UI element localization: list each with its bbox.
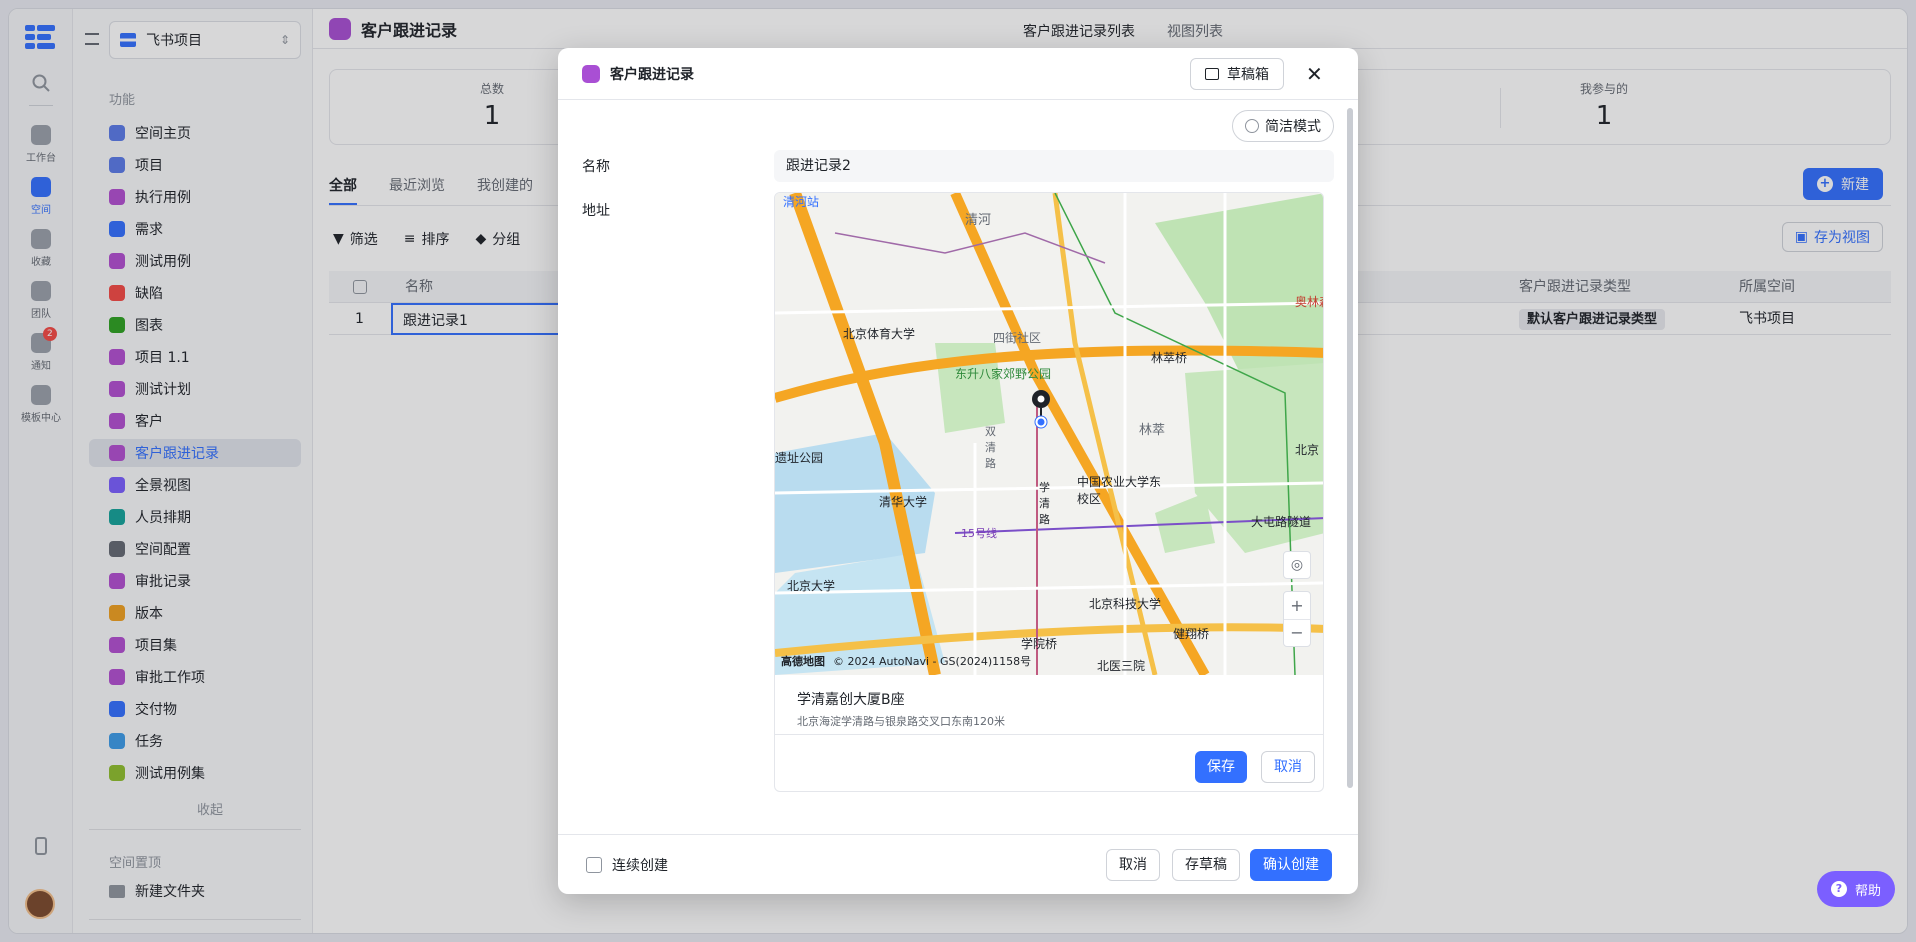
map-label: 清华大学 [879, 495, 928, 509]
map-label: 学清路 [1039, 481, 1050, 526]
map-label: 清河 [965, 213, 992, 228]
modal-scrollbar[interactable] [1347, 108, 1353, 788]
map-copyright: © 2024 AutoNavi - GS(2024)1158号 [833, 655, 1032, 668]
locate-icon[interactable]: ◎ [1283, 551, 1311, 579]
map-save-button[interactable]: 保存 [1195, 751, 1247, 783]
map-label: 大屯路隧道 [1251, 515, 1312, 529]
confirm-create-button[interactable]: 确认创建 [1250, 849, 1332, 881]
map-label: 健翔桥 [1173, 627, 1210, 641]
map-label: 遗址公园 [775, 451, 824, 465]
map-roads [775, 193, 1323, 675]
map-label: 北京体育大学 [843, 327, 916, 341]
selected-address: 学清嘉创大厦B座 北京海淀学清路与银泉路交叉口东南120米 [775, 675, 1323, 735]
checkbox-icon [586, 857, 602, 873]
map-label: 中国农业大学东校区 [1077, 475, 1162, 506]
question-icon: ? [1831, 881, 1847, 897]
map-label: 四街社区 [993, 331, 1042, 345]
radio-icon [1245, 119, 1259, 133]
name-label: 名称 [582, 159, 610, 175]
create-record-modal: 客户跟进记录 草稿箱 ✕ 简洁模式 名称 跟进记录2 地址 清河站 清河 北京体… [558, 48, 1358, 894]
close-icon[interactable]: ✕ [1306, 62, 1323, 86]
zoom-in-icon[interactable]: + [1284, 592, 1310, 620]
map-label: 学院桥 [1021, 637, 1058, 651]
simple-mode-toggle[interactable]: 简洁模式 [1232, 110, 1334, 142]
continuous-create-checkbox[interactable]: 连续创建 [586, 855, 668, 875]
address-name: 学清嘉创大厦B座 [797, 692, 905, 708]
address-label: 地址 [582, 203, 610, 219]
draft-box-button[interactable]: 草稿箱 [1190, 58, 1284, 90]
map-label: 双清路 [985, 425, 996, 470]
map-label: 奥林森林 [1295, 295, 1323, 309]
map-pin-icon [1032, 390, 1050, 429]
inbox-icon [1205, 68, 1219, 80]
modal-title: 客户跟进记录 [610, 66, 694, 83]
address-detail: 北京海淀学清路与银泉路交叉口东南120米 [797, 715, 1005, 728]
map-brand: 高德地图 [781, 655, 825, 668]
modal-footer: 连续创建 取消 存草稿 确认创建 [558, 834, 1358, 894]
save-draft-button[interactable]: 存草稿 [1172, 849, 1240, 881]
zoom-control: + − [1283, 591, 1311, 647]
map-label: 林萃桥 [1151, 351, 1188, 365]
map-label: 北京 [1295, 443, 1320, 457]
record-type-icon [582, 64, 600, 83]
map-label: 北京大学 [787, 579, 836, 593]
cancel-button[interactable]: 取消 [1106, 849, 1160, 881]
map-view[interactable]: 清河站 清河 北京体育大学 四街社区 东升八家郊野公园 林萃桥 奥林森林 林萃 … [775, 193, 1323, 675]
map-label: 15号线 [961, 527, 997, 540]
map-label: 北京科技大学 [1089, 597, 1162, 611]
map-label: 东升八家郊野公园 [955, 367, 1052, 381]
map-label: 北医三院 [1097, 659, 1146, 673]
map-label: 林萃 [1139, 423, 1166, 438]
map-attribution: 高德地图 © 2024 AutoNavi - GS(2024)1158号 [781, 653, 1031, 669]
address-picker: 清河站 清河 北京体育大学 四街社区 东升八家郊野公园 林萃桥 奥林森林 林萃 … [774, 192, 1324, 792]
map-label: 清河站 [783, 195, 820, 209]
map-cancel-button[interactable]: 取消 [1261, 751, 1315, 783]
name-input[interactable]: 跟进记录2 [774, 150, 1334, 182]
zoom-out-icon[interactable]: − [1284, 620, 1310, 648]
help-button[interactable]: ? 帮助 [1817, 871, 1896, 907]
